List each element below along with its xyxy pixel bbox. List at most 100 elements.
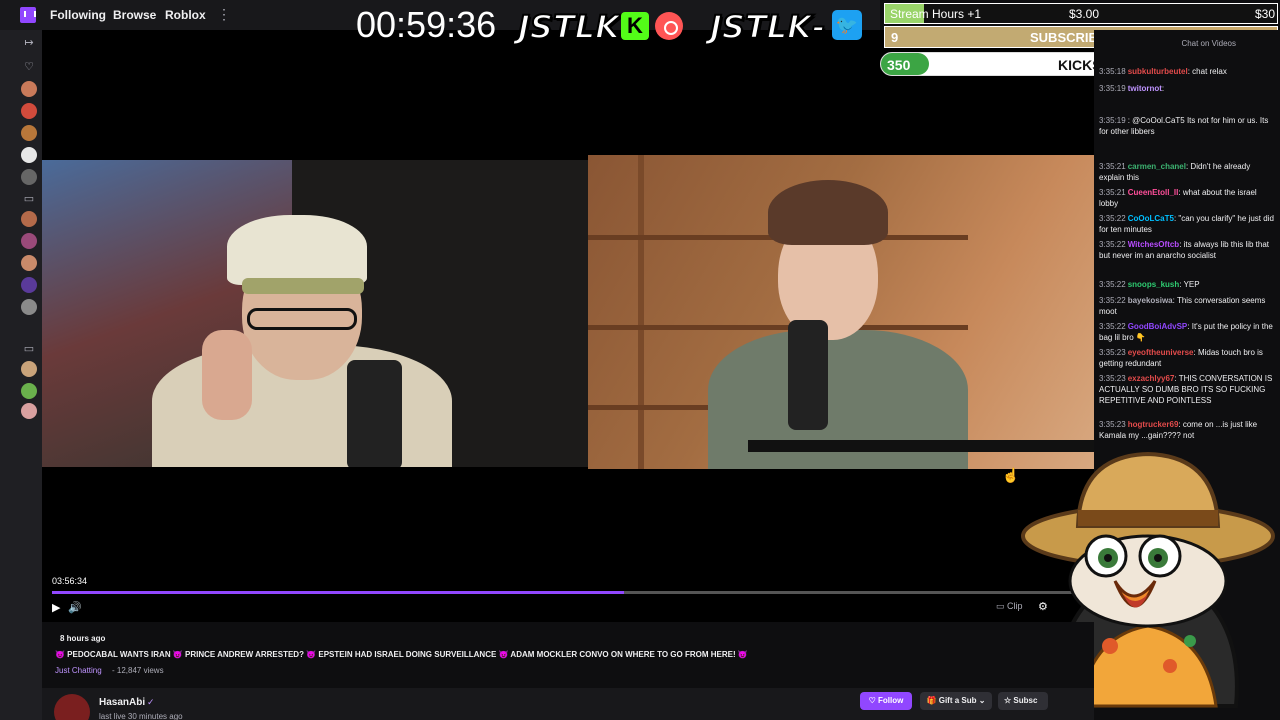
brand-logo-right: JSTLK bbox=[709, 7, 813, 47]
gift-sub-button[interactable]: 🎁 Gift a Sub ⌄ bbox=[920, 692, 992, 710]
chat-message: 3:35:22 CoOoLCaT5: "can you clarify" he j… bbox=[1099, 213, 1277, 235]
chat-timestamp: 3:35:22 bbox=[1099, 280, 1126, 289]
kick-logo-icon: K bbox=[621, 12, 649, 40]
collapse-arrow-icon[interactable]: ↦ bbox=[22, 36, 36, 49]
chat-message: 3:35:18 subkulturbeutel: chat relax bbox=[1099, 66, 1277, 77]
view-count: - 12,847 views bbox=[112, 666, 164, 675]
followed-channel-avatar[interactable] bbox=[21, 233, 37, 249]
followed-channel-avatar[interactable] bbox=[21, 211, 37, 227]
gift-label: Gift a Sub bbox=[938, 696, 977, 705]
chat-username[interactable]: GoodBoiAdvSP bbox=[1128, 322, 1188, 331]
followed-channel-avatar[interactable] bbox=[21, 81, 37, 97]
chat-timestamp: 3:35:22 bbox=[1099, 296, 1126, 305]
chat-header: Chat on Videos bbox=[1181, 39, 1236, 48]
chat-username[interactable]: snoops_kush bbox=[1128, 280, 1180, 289]
chat-username[interactable]: hogtrucker69 bbox=[1128, 420, 1179, 429]
chat-timestamp: 3:35:23 bbox=[1099, 348, 1126, 357]
chat-timestamp: 3:35:23 bbox=[1099, 420, 1126, 429]
chat-username[interactable]: exzachlyy67 bbox=[1128, 374, 1175, 383]
nav-category[interactable]: Roblox bbox=[165, 8, 206, 22]
channel-name[interactable]: HasanAbi bbox=[99, 697, 145, 708]
stream-hours-goal: Stream Hours +1 $3.00 $30 bbox=[884, 3, 1278, 24]
chat-username[interactable]: eyeoftheuniverse bbox=[1128, 348, 1194, 357]
chat-username[interactable]: subkulturbeutel bbox=[1128, 67, 1188, 76]
vertical-ellipsis-icon[interactable]: ⋮ bbox=[217, 6, 231, 23]
clip-button[interactable]: ▭ Clip bbox=[996, 601, 1023, 612]
follow-button[interactable]: ♡ Follow bbox=[860, 692, 912, 710]
followed-channel-avatar[interactable] bbox=[21, 299, 37, 315]
chat-timestamp: 3:35:21 bbox=[1099, 162, 1126, 171]
nav-following[interactable]: Following bbox=[50, 8, 106, 22]
chat-timestamp: 3:35:23 bbox=[1099, 374, 1126, 383]
video-icon[interactable]: ▭ bbox=[22, 192, 36, 205]
subscribe-button[interactable]: ☆ Subsc bbox=[998, 692, 1048, 710]
followed-channel-avatar[interactable] bbox=[21, 255, 37, 271]
heart-icon[interactable]: ♡ bbox=[22, 60, 36, 73]
seek-timestamp: 03:56:34 bbox=[52, 576, 88, 586]
chat-timestamp: 3:35:22 bbox=[1099, 322, 1126, 331]
subscribe-label: Subsc bbox=[1013, 696, 1038, 705]
chat-username[interactable]: carmen_chanel bbox=[1128, 162, 1186, 171]
record-icon bbox=[655, 12, 683, 40]
followed-channel-avatar[interactable] bbox=[21, 103, 37, 119]
followed-channel-avatar[interactable] bbox=[21, 383, 37, 399]
goal-target: $30 bbox=[1254, 7, 1275, 21]
chat-timestamp: 3:35:22 bbox=[1099, 240, 1126, 249]
chat-username[interactable]: CoOoLCaT5 bbox=[1128, 214, 1174, 223]
chat-message: 3:35:23 eyeoftheuniverse: Midas touch bro… bbox=[1099, 347, 1277, 369]
play-icon[interactable]: ▶ bbox=[52, 601, 60, 614]
microphone bbox=[788, 320, 828, 430]
person-right-hair bbox=[768, 180, 888, 245]
person-left-hand bbox=[202, 330, 252, 420]
chat-timestamp: 3:35:18 bbox=[1099, 67, 1126, 76]
chat-text: chat relax bbox=[1192, 67, 1227, 76]
chat-message: 3:35:22 GoodBoiAdvSP: It's put the policy… bbox=[1099, 321, 1277, 343]
followed-channel-avatar[interactable] bbox=[21, 403, 37, 419]
posted-time: 8 hours ago bbox=[60, 634, 106, 643]
volume-icon[interactable]: 🔊 bbox=[68, 601, 82, 614]
seek-bar-fill bbox=[52, 591, 624, 594]
followed-channel-avatar[interactable] bbox=[21, 169, 37, 185]
seek-bar[interactable] bbox=[52, 591, 1092, 594]
stream-timer: 00:59:36 bbox=[356, 4, 497, 45]
chat-username[interactable]: WitchesOftcb bbox=[1128, 240, 1180, 249]
chat-separator: : bbox=[1161, 84, 1165, 93]
brand-logo-right-suffix: - bbox=[811, 7, 826, 47]
chat-username[interactable]: CueenEtoll_II bbox=[1128, 188, 1179, 197]
goal-amount: $3.00 bbox=[1069, 7, 1100, 21]
chat-username[interactable]: bayekosiwa bbox=[1128, 296, 1173, 305]
nav-browse[interactable]: Browse bbox=[113, 8, 156, 22]
last-live-text: last live 30 minutes ago bbox=[99, 712, 183, 720]
chat-message: 3:35:22 bayekosiwa: This conversation see… bbox=[1099, 295, 1277, 317]
kicks-current: 350 bbox=[887, 57, 911, 73]
followed-channel-avatar[interactable] bbox=[21, 125, 37, 141]
category-link[interactable]: Just Chatting bbox=[55, 666, 102, 675]
video-title: 😈 PEDOCABAL WANTS IRAN 😈 PRINCE ANDREW A… bbox=[55, 650, 748, 659]
goal-label: Stream Hours +1 bbox=[890, 7, 982, 21]
hand-cursor-icon: ☝ bbox=[1002, 467, 1020, 483]
follow-label: Follow bbox=[878, 696, 904, 705]
chat-text: YEP bbox=[1183, 280, 1200, 289]
chat-message: 3:35:21 CueenEtoll_II: what about the isr… bbox=[1099, 187, 1277, 209]
chat-timestamp: 3:35:19 bbox=[1099, 116, 1126, 125]
chat-timestamp: 3:35:19 bbox=[1099, 84, 1126, 93]
glasses bbox=[247, 308, 357, 330]
chat-message: 3:35:22 snoops_kush: YEP bbox=[1099, 279, 1277, 290]
chat-timestamp: 3:35:21 bbox=[1099, 188, 1126, 197]
followed-channel-avatar[interactable] bbox=[21, 147, 37, 163]
person-left-cap bbox=[227, 215, 367, 285]
microphone bbox=[347, 360, 402, 467]
video-icon[interactable]: ▭ bbox=[22, 342, 36, 355]
verified-badge-icon: ✓ bbox=[147, 697, 155, 707]
followed-channel-avatar[interactable] bbox=[21, 277, 37, 293]
chat-message: 3:35:22 WitchesOftcb: its always lib this… bbox=[1099, 239, 1277, 261]
subs-current: 9 bbox=[891, 30, 899, 45]
chat-message: 3:35:23 exzachlyy67: THIS CONVERSATION IS… bbox=[1099, 373, 1277, 406]
chat-message: 3:35:19 twitornot: bbox=[1099, 83, 1277, 94]
twitch-logo-icon[interactable] bbox=[20, 7, 36, 23]
chat-message: 3:35:19: @CoOol.CaT5 Its not for him or … bbox=[1099, 115, 1277, 137]
chat-username[interactable]: twitornot bbox=[1128, 84, 1162, 93]
brand-logo-left: JSTLK bbox=[517, 7, 621, 47]
webcam-right bbox=[588, 155, 1094, 469]
followed-channel-avatar[interactable] bbox=[21, 361, 37, 377]
